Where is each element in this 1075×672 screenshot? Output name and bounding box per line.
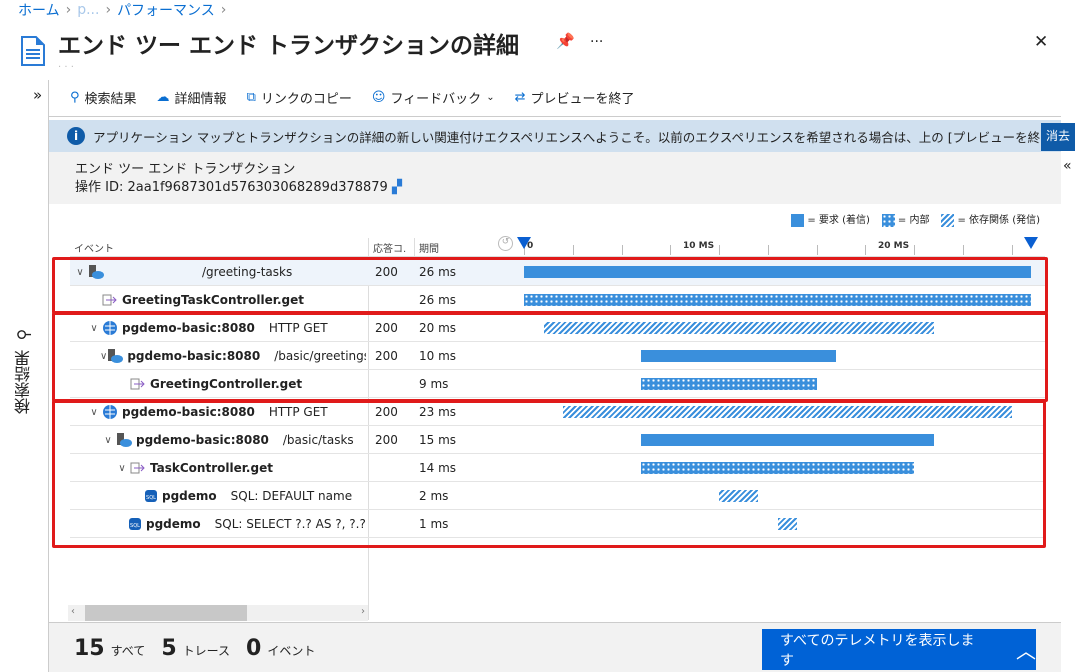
range-start-handle[interactable]	[517, 237, 531, 249]
axis-tick	[767, 245, 769, 255]
label: 検索結果	[84, 92, 137, 107]
horizontal-scrollbar[interactable]: ‹ ›	[68, 605, 368, 621]
annotation-box	[52, 312, 1048, 402]
reset-zoom-icon[interactable]: ↺	[498, 236, 513, 251]
show-all-label: すべてのテレメトリを表示します	[780, 632, 975, 669]
all-label: すべて	[110, 644, 146, 658]
info-banner: i アプリケーション マップとトランザクションの詳細の新しい関連付けエクスペリエ…	[49, 120, 1061, 152]
operation-id: 操作 ID: 2aa1f9687301d576303068289d378879	[75, 180, 388, 195]
breadcrumb-home[interactable]: ホーム	[18, 0, 60, 20]
axis-tick	[719, 245, 720, 255]
axis-tick	[621, 245, 623, 255]
range-end-handle[interactable]	[1024, 237, 1038, 249]
annotation-box	[52, 400, 1046, 548]
annotation-box	[52, 257, 1048, 314]
transaction-header: エンド ツー エンド トランザクション 操作 ID: 2aa1f9687301d…	[49, 152, 1061, 204]
breadcrumb-performance[interactable]: パフォーマンス	[117, 0, 215, 20]
axis-tick	[1011, 245, 1013, 255]
swap-icon: ⇄	[514, 90, 526, 105]
search-results-tab[interactable]: 検索結果 ⚲	[12, 325, 36, 414]
column-header-event[interactable]: イベント	[74, 240, 114, 255]
column-divider	[414, 238, 415, 256]
legend-internal: = 内部	[881, 211, 929, 227]
breadcrumb-resource[interactable]: p...	[77, 2, 99, 18]
label: フィードバック	[390, 92, 482, 107]
chevron-up-icon: ︿	[1016, 639, 1036, 663]
column-header-duration[interactable]: 期間	[419, 240, 439, 255]
chevron-right-icon: ›	[65, 2, 72, 18]
label: プレビューを終了	[530, 92, 635, 107]
event-label: イベント	[267, 644, 316, 658]
search-icon: ⚲	[14, 325, 34, 344]
tick-label: 10 MS	[683, 241, 715, 251]
label: リンクのコピー	[260, 92, 352, 107]
column-header-code[interactable]: 応答コ.	[373, 240, 406, 255]
page-title: エンド ツー エンド トランザクションの詳細	[58, 33, 520, 59]
scroll-right-icon[interactable]: ›	[361, 606, 365, 617]
left-rail: » 検索結果 ⚲	[0, 80, 48, 672]
label: 詳細情報	[174, 92, 227, 107]
transaction-heading: エンド ツー エンド トランザクション	[75, 162, 296, 177]
axis-tick	[865, 245, 867, 255]
legend-dependency: = 依存関係 (発信)	[941, 211, 1040, 227]
chevron-right-icon: ›	[220, 2, 227, 18]
chevron-right-icon: ›	[105, 2, 112, 18]
chevron-down-icon: ⌄	[486, 92, 495, 103]
smiley-icon: ☺	[371, 90, 386, 105]
details-button[interactable]: ☁ 詳細情報	[157, 88, 227, 107]
cloud-icon: ☁	[156, 90, 170, 105]
legend: = 要求 (着信) = 内部 = 依存関係 (発信)	[791, 211, 1040, 227]
scroll-left-icon[interactable]: ‹	[71, 606, 75, 617]
pin-icon[interactable]: 📌	[556, 32, 575, 50]
copy-link-button[interactable]: ⧉ リンクのコピー	[247, 88, 352, 107]
document-icon	[21, 36, 45, 66]
dismiss-button[interactable]: 消去	[1041, 123, 1075, 151]
all-count: 15	[74, 636, 105, 661]
breadcrumb: ホーム › p... › パフォーマンス ›	[18, 0, 226, 20]
expand-button[interactable]: »	[33, 86, 42, 104]
end-preview-button[interactable]: ⇄ プレビューを終了	[515, 88, 635, 107]
app-insights-icon[interactable]: ▞	[392, 180, 402, 195]
more-button[interactable]: ···	[590, 34, 603, 50]
banner-text: アプリケーション マップとトランザクションの詳細の新しい関連付けエクスペリエンス…	[93, 129, 1052, 145]
close-button[interactable]: ✕	[1034, 32, 1048, 52]
axis-tick	[816, 245, 818, 255]
search-results-label: 検索結果	[14, 350, 33, 414]
axis-tick	[670, 245, 672, 255]
legend-request: = 要求 (着信)	[791, 211, 870, 227]
axis-tick	[914, 245, 915, 255]
event-count: 0	[246, 636, 262, 661]
feedback-button[interactable]: ☺ フィードバック ⌄	[372, 88, 495, 107]
copy-icon: ⧉	[246, 90, 256, 105]
search-icon: ⚲	[70, 90, 80, 105]
trace-count: 5	[161, 636, 177, 661]
search-results-button[interactable]: ⚲ 検索結果	[70, 88, 137, 107]
subtitle: · · ·	[58, 62, 74, 73]
telemetry-stats: 15 すべて 5 トレース 0 イベント	[74, 636, 325, 661]
info-icon: i	[67, 127, 85, 145]
axis-tick	[572, 245, 574, 255]
scrollbar-thumb[interactable]	[85, 605, 247, 621]
tick-label: 20 MS	[878, 241, 910, 251]
show-all-telemetry-button[interactable]: すべてのテレメトリを表示します ︿	[762, 629, 1036, 670]
toolbar: ⚲ 検索結果 ☁ 詳細情報 ⧉ リンクのコピー ☺ フィードバック ⌄ ⇄ プレビューを終了	[70, 88, 635, 107]
trace-label: トレース	[182, 644, 231, 658]
axis-tick	[962, 245, 964, 255]
divider	[49, 116, 1061, 117]
collapse-right-button[interactable]: «	[1063, 158, 1072, 174]
